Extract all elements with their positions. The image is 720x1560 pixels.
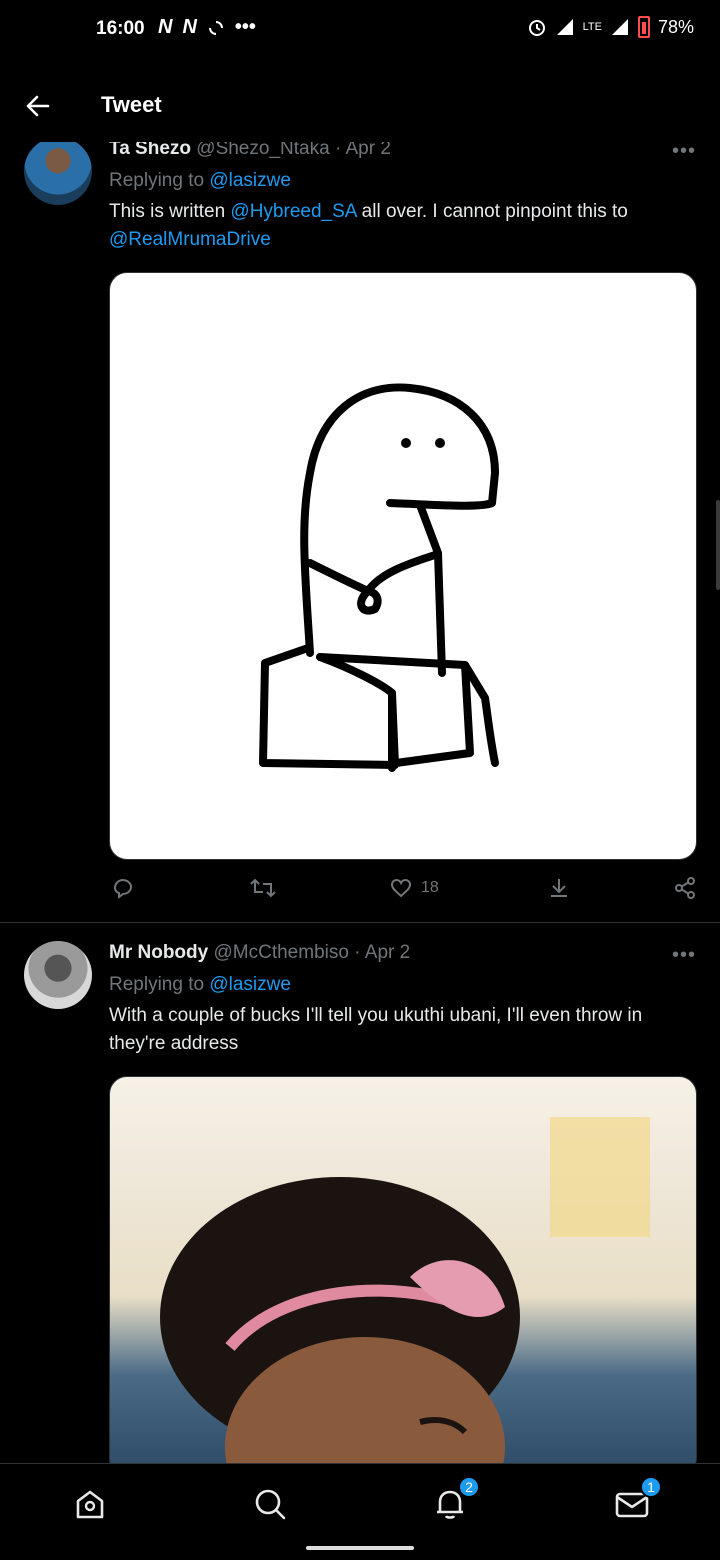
tweet-divider xyxy=(0,922,720,923)
reply-mention-link[interactable]: @lasizwe xyxy=(209,170,291,191)
signal-icon-2 xyxy=(611,19,628,35)
status-bar: 16:00 N N ••• LTE 78% xyxy=(0,0,720,60)
replying-prefix: Replying to xyxy=(109,170,205,191)
page-title: Tweet xyxy=(101,92,162,117)
retweet-icon xyxy=(250,878,276,898)
nav-messages[interactable]: 1 xyxy=(612,1476,662,1524)
nav-home[interactable] xyxy=(70,1484,110,1524)
signal-icon xyxy=(556,19,573,35)
reply-button[interactable] xyxy=(111,876,135,900)
text-segment: all over. I cannot pinpoint this to xyxy=(356,201,628,222)
notifications-badge: 2 xyxy=(458,1476,480,1498)
more-options-icon[interactable]: ••• xyxy=(672,944,696,967)
alarm-icon xyxy=(528,20,545,36)
more-notifications-icon: ••• xyxy=(234,16,256,38)
nav-search[interactable] xyxy=(250,1484,290,1524)
tweet-header: Mr Nobody @McCthembiso · Apr 2 xyxy=(109,942,410,964)
mention-link[interactable]: @Hybreed_SA xyxy=(230,201,356,222)
messages-badge: 1 xyxy=(640,1476,662,1498)
status-time: 16:00 xyxy=(96,18,145,39)
tweet-image[interactable] xyxy=(109,272,697,860)
retweet-button[interactable] xyxy=(249,876,277,900)
mention-link[interactable]: @RealMrumaDrive xyxy=(109,229,271,250)
like-count: 18 xyxy=(421,879,439,896)
network-type: LTE xyxy=(582,21,602,33)
share-icon xyxy=(675,877,695,899)
tweet-image[interactable] xyxy=(109,1076,697,1476)
battery-icon xyxy=(637,16,650,38)
home-icon xyxy=(76,1490,104,1519)
like-button[interactable]: 18 xyxy=(389,876,439,900)
tweet-text: With a couple of bucks I'll tell you uku… xyxy=(109,1005,643,1054)
battery-percent: 78% xyxy=(657,16,694,37)
nav-notifications[interactable]: 2 xyxy=(430,1476,480,1524)
reply-mention-link[interactable]: @lasizwe xyxy=(209,974,291,995)
replying-to: Replying to @lasizwe xyxy=(109,170,291,192)
notification-icons: N N ••• xyxy=(158,16,256,39)
tweet-text: This is written @Hybreed_SA all over. I … xyxy=(109,198,699,254)
gesture-bar[interactable] xyxy=(306,1546,414,1550)
sync-icon xyxy=(208,20,223,35)
netflix-notification-icon-2: N xyxy=(182,16,197,38)
replying-to: Replying to @lasizwe xyxy=(109,974,291,996)
reply-icon xyxy=(113,878,133,899)
tweet-actions: 18 xyxy=(109,876,699,910)
cartoon-drawing xyxy=(259,383,499,772)
tweet-date: · Apr 2 xyxy=(354,942,411,963)
download-icon xyxy=(551,879,567,897)
avatar[interactable] xyxy=(24,941,92,1009)
download-button[interactable] xyxy=(547,876,571,900)
author-handle: @McCthembiso xyxy=(213,942,349,963)
share-button[interactable] xyxy=(673,876,697,900)
girl-photo xyxy=(160,1117,650,1475)
scrollbar[interactable] xyxy=(716,500,720,590)
heart-icon xyxy=(390,878,412,898)
text-segment: This is written xyxy=(109,201,231,222)
netflix-notification-icon: N xyxy=(158,16,173,38)
more-options-icon[interactable]: ••• xyxy=(672,140,696,163)
search-icon xyxy=(255,1489,286,1520)
avatar[interactable] xyxy=(24,137,92,205)
top-bar: Tweet xyxy=(0,70,720,142)
replying-prefix: Replying to xyxy=(109,974,205,995)
author-name[interactable]: Mr Nobody xyxy=(109,942,208,963)
back-arrow-icon[interactable] xyxy=(24,92,52,120)
